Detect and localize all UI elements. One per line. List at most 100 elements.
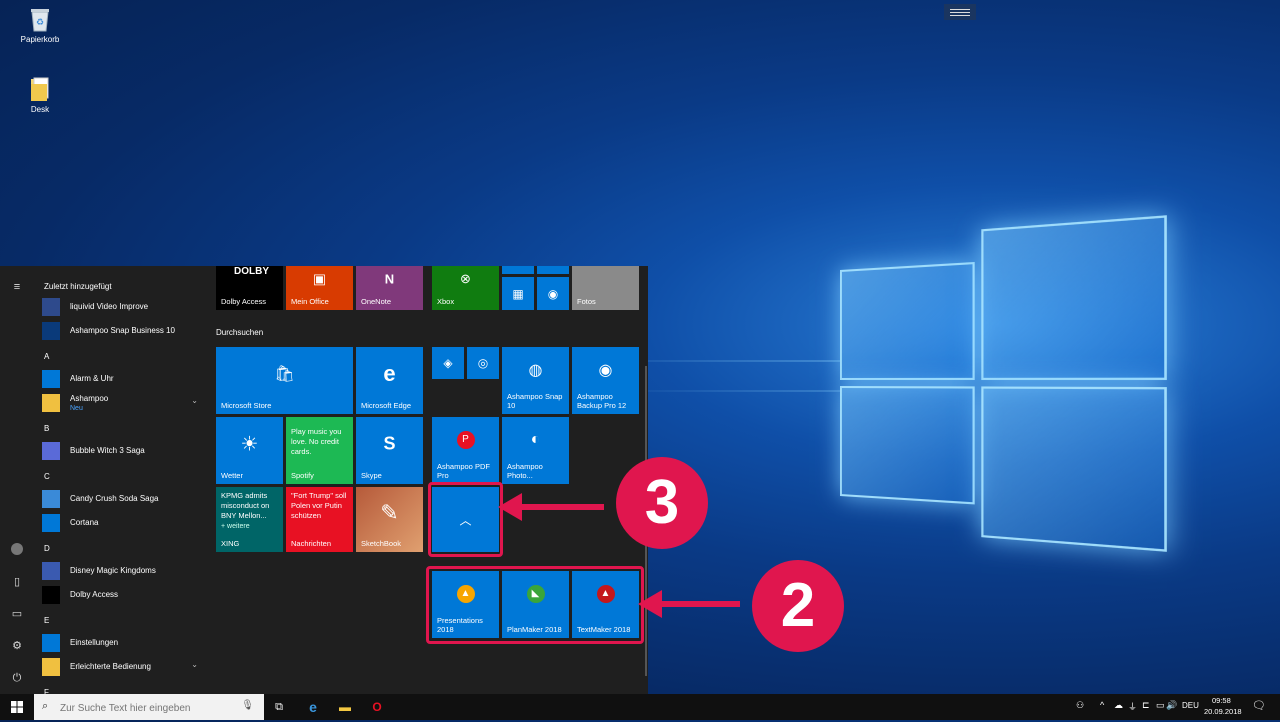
pictures-icon[interactable]: ▭: [10, 607, 24, 621]
opera-icon[interactable]: O: [368, 698, 386, 716]
list-section-letter[interactable]: D: [44, 544, 50, 553]
tile-nachrichten[interactable]: "Fort Trump" soll Polen vor Putin schütz…: [286, 487, 353, 552]
tile-microsoft-edge[interactable]: e Microsoft Edge: [356, 347, 423, 414]
notification-center-tray-icon[interactable]: ▭: [1156, 700, 1165, 711]
tile-dolby-access[interactable]: DOLBY Dolby Access: [216, 266, 283, 310]
tile-fotos[interactable]: Fotos: [572, 266, 639, 310]
list-item[interactable]: Erleichterte Bedienung ⌄: [42, 656, 208, 678]
top-handle[interactable]: [944, 4, 976, 20]
network-icon[interactable]: ⊏: [1142, 700, 1150, 711]
app-icon: [42, 490, 60, 508]
list-item[interactable]: Cortana: [42, 512, 208, 534]
list-item-label: Ashampoo: [70, 394, 108, 403]
tile-ashampoo-backup[interactable]: ◉ Ashampoo Backup Pro 12: [572, 347, 639, 414]
microphone-icon[interactable]: 🎙: [241, 700, 254, 711]
office-icon: ▣: [313, 271, 326, 288]
tile-ashampoo-small-2[interactable]: ◎: [467, 347, 499, 379]
tray-chevron-up-icon[interactable]: ^: [1100, 700, 1104, 710]
tile-spotify[interactable]: Play music you love. No credit cards. Sp…: [286, 417, 353, 484]
file-explorer-icon[interactable]: ▬: [336, 698, 354, 716]
start-button[interactable]: [0, 694, 34, 720]
app-icon: [42, 634, 60, 652]
tile-skype[interactable]: S Skype: [356, 417, 423, 484]
tile-ashampoo-snap[interactable]: ◍ Ashampoo Snap 10: [502, 347, 569, 414]
tile-label: Wetter: [221, 471, 243, 480]
highlight-softmaker-tiles: [426, 566, 644, 644]
documents-icon[interactable]: ▯: [10, 575, 24, 589]
recycle-bin-icon: ♻: [28, 6, 52, 32]
list-item[interactable]: Disney Magic Kingdoms: [42, 560, 208, 582]
list-item[interactable]: Einstellungen: [42, 632, 208, 654]
dolby-logo-text: DOLBY: [234, 266, 269, 277]
hamburger-menu-icon[interactable]: ≡: [10, 280, 24, 294]
arrow-3-head: [498, 493, 522, 521]
tile-label: Ashampoo Backup Pro 12: [577, 392, 639, 410]
start-rail: ≡ ▯ ▭ ⚙ ⏻: [0, 266, 34, 694]
app-icon: [42, 562, 60, 580]
recycle-bin-label: Papierkorb: [15, 35, 65, 44]
edge-taskbar-icon[interactable]: e: [304, 698, 322, 716]
list-item-label: liquivid Video Improve: [70, 302, 148, 311]
list-section-letter[interactable]: A: [44, 352, 49, 361]
chevron-down-icon[interactable]: ⌄: [191, 396, 198, 405]
tile-small-2[interactable]: [537, 266, 569, 274]
clock-date[interactable]: 20.09.2018: [1204, 707, 1242, 716]
volume-icon[interactable]: 🔊: [1166, 700, 1177, 711]
list-section-letter[interactable]: B: [44, 424, 49, 433]
tile-xing[interactable]: KPMG admits misconduct on BNY Mellon... …: [216, 487, 283, 552]
people-icon[interactable]: ⚇: [1076, 700, 1084, 711]
tile-xbox[interactable]: ⊗ Xbox: [432, 266, 499, 310]
snap-aperture-icon: ◍: [529, 360, 543, 380]
tile-mein-office[interactable]: ▣ Mein Office: [286, 266, 353, 310]
desk-folder-desktop-icon[interactable]: Desk: [15, 76, 65, 114]
camera-icon: ◉: [548, 287, 558, 301]
clock-time[interactable]: 09:58: [1212, 696, 1231, 705]
tile-label: Nachrichten: [291, 539, 331, 548]
taskbar-search-box[interactable]: ⌕ 🎙: [34, 694, 264, 720]
list-item-label: Ashampoo Snap Business 10: [70, 326, 175, 335]
user-avatar-icon[interactable]: [10, 542, 24, 556]
recycle-bin-desktop-icon[interactable]: ♻ Papierkorb: [15, 6, 65, 44]
tile-wetter[interactable]: ☀ Wetter: [216, 417, 283, 484]
task-view-icon[interactable]: ⧉: [270, 698, 288, 716]
tile-ashampoo-small-1[interactable]: ◈: [432, 347, 464, 379]
search-input[interactable]: [58, 698, 242, 718]
list-item[interactable]: liquivid Video Improve: [42, 296, 208, 318]
list-item[interactable]: Alarm & Uhr: [42, 368, 208, 390]
backup-icon: ◉: [599, 360, 613, 380]
onedrive-cloud-icon[interactable]: ☁: [1114, 700, 1123, 711]
list-item[interactable]: Bubble Witch 3 Saga: [42, 440, 208, 462]
app-icon: [42, 322, 60, 340]
tile-onenote[interactable]: N OneNote: [356, 266, 423, 310]
tile-label: Microsoft Store: [221, 401, 271, 410]
tile-webcam[interactable]: ◉: [537, 277, 569, 310]
app-icon: [42, 658, 60, 676]
list-item[interactable]: Ashampoo Snap Business 10: [42, 320, 208, 342]
tile-calculator[interactable]: ▦: [502, 277, 534, 310]
power-icon[interactable]: ⏻: [10, 671, 24, 685]
tile-label: Spotify: [291, 471, 314, 480]
xing-more: + weitere: [221, 523, 250, 530]
tile-microsoft-store[interactable]: 🛍 Microsoft Store: [216, 347, 353, 414]
list-item[interactable]: Dolby Access: [42, 584, 208, 606]
app-icon: [42, 514, 60, 532]
action-center-icon[interactable]: 🗨: [1252, 699, 1266, 712]
skype-icon: S: [383, 433, 395, 454]
list-item[interactable]: Candy Crush Soda Saga: [42, 488, 208, 510]
list-section-letter[interactable]: C: [44, 472, 50, 481]
pdf-icon: P: [457, 431, 475, 449]
highlight-collapse-tile: [428, 482, 503, 557]
settings-gear-icon[interactable]: ⚙: [10, 639, 24, 653]
list-item-label: Cortana: [70, 518, 98, 527]
chevron-down-icon[interactable]: ⌄: [191, 660, 198, 669]
list-section-letter[interactable]: E: [44, 616, 49, 625]
list-item[interactable]: Ashampoo Neu ⌄: [42, 392, 208, 414]
language-indicator[interactable]: DEU: [1182, 701, 1199, 710]
tile-ashampoo-photo[interactable]: ◐ Ashampoo Photo...: [502, 417, 569, 484]
tile-label: Skype: [361, 471, 382, 480]
usb-icon[interactable]: ⏚: [1128, 700, 1137, 713]
tile-small-1[interactable]: [502, 266, 534, 274]
tile-ashampoo-pdf[interactable]: P Ashampoo PDF Pro: [432, 417, 499, 484]
tile-sketchbook[interactable]: ✎ SketchBook: [356, 487, 423, 552]
windows-logo-wallpaper: [840, 203, 1177, 558]
